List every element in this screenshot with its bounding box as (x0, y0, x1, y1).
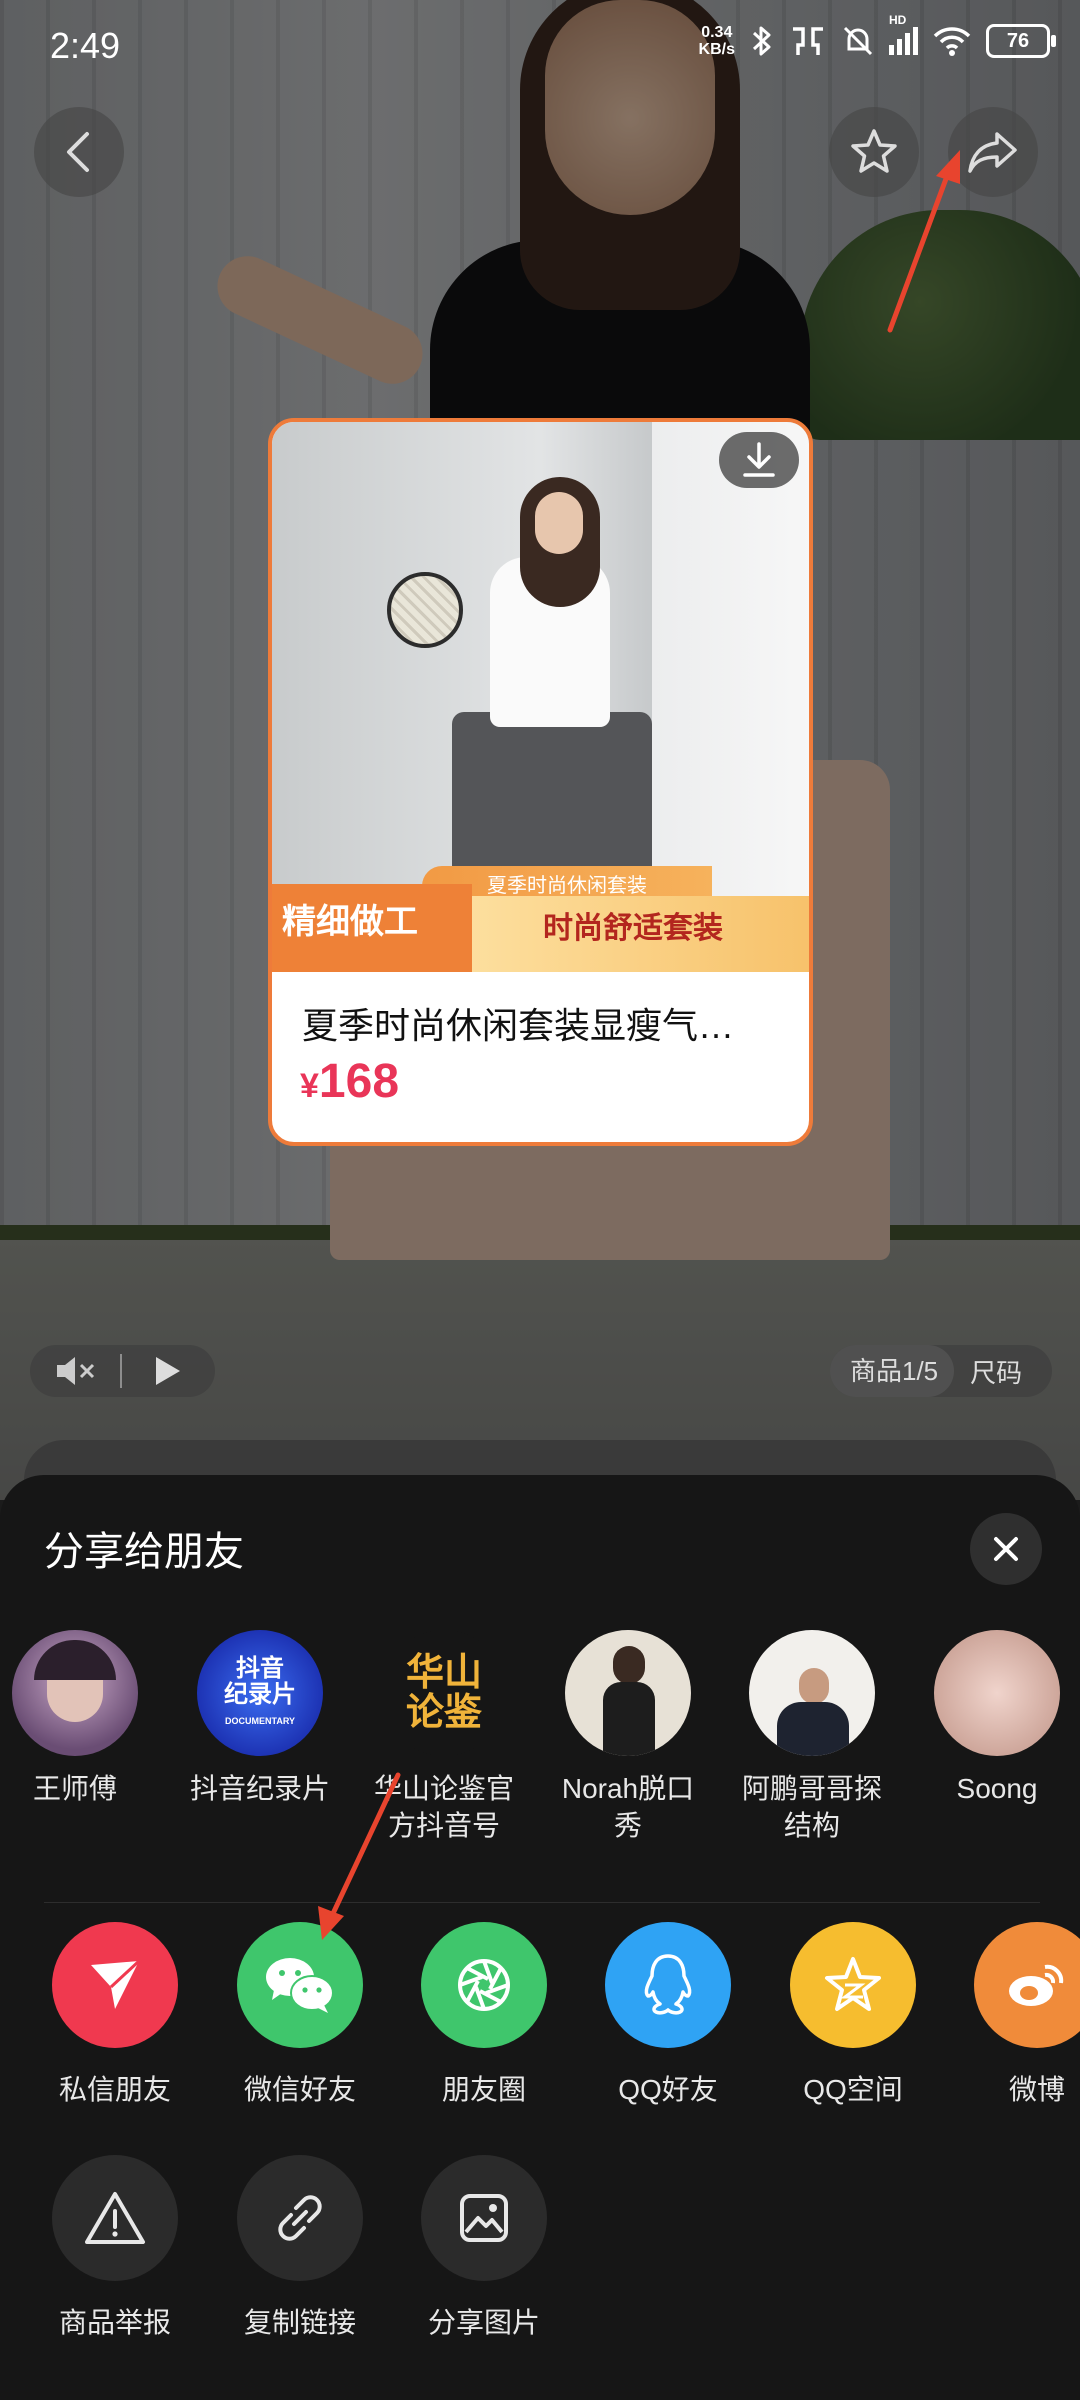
clock: 2:49 (50, 25, 121, 66)
star-icon (851, 129, 897, 173)
share-moments[interactable]: 朋友圈 (399, 1922, 569, 2108)
handbag (387, 572, 463, 648)
share-button[interactable] (948, 107, 1038, 197)
link-icon (278, 2195, 322, 2241)
avatar (12, 1630, 138, 1756)
tool-icon (52, 2155, 178, 2281)
friend-item[interactable]: 华山 论鉴 华山论鉴官方抖音号 (359, 1630, 529, 1844)
share-private-message[interactable]: 私信朋友 (30, 1922, 200, 2108)
wifi-icon (933, 27, 971, 56)
share-weibo[interactable]: 微博 (952, 1922, 1080, 2108)
speaker-muted-icon (57, 1357, 95, 1385)
app-icon (790, 1922, 916, 2048)
share-image[interactable]: 分享图片 (399, 2155, 569, 2341)
product-pager[interactable]: 商品1/5 尺码 (830, 1345, 1052, 1397)
size-button[interactable]: 尺码 (954, 1353, 1022, 1390)
favorite-button[interactable] (829, 107, 919, 197)
sheet-title: 分享给朋友 (44, 1530, 244, 1574)
share-wechat-friend[interactable]: 微信好友 (215, 1922, 385, 2108)
app-icon (52, 1922, 178, 2048)
earbuds-icon (793, 27, 823, 55)
product-price: ¥168 (300, 1055, 400, 1108)
download-icon (743, 442, 775, 477)
app-icon (974, 1922, 1080, 2048)
divider (44, 1902, 1040, 1903)
app-icon (237, 1922, 363, 2048)
screen: 2:49 0.34 KB/s HD 76 夏季时尚休闲套装 时尚舒适套装 精细做… (0, 0, 1080, 2400)
status-bar: 2:49 0.34 KB/s HD 76 (0, 0, 1080, 100)
friend-item[interactable]: Soong (912, 1630, 1080, 1807)
signal-icon: HD (889, 13, 918, 55)
bluetooth-icon (752, 26, 771, 56)
status-icons: 0.34 KB/s HD 76 (698, 13, 1056, 58)
share-arrow-icon (968, 132, 1017, 173)
avatar (749, 1630, 875, 1756)
qzone-star-icon (825, 1957, 881, 2011)
product-index[interactable]: 商品1/5 (830, 1345, 955, 1397)
app-icon (605, 1922, 731, 2048)
tool-icon (421, 2155, 547, 2281)
image-icon (460, 2194, 508, 2242)
battery-indicator: 76 (986, 24, 1056, 58)
friend-item[interactable]: 王师傅 (0, 1630, 160, 1807)
avatar (934, 1630, 1060, 1756)
network-speed: 0.34 KB/s (698, 24, 735, 58)
share-qzone[interactable]: QQ空间 (768, 1922, 938, 2108)
weibo-icon (1009, 1964, 1064, 2006)
mute-button[interactable] (30, 1345, 120, 1397)
avatar (565, 1630, 691, 1756)
tool-icon (237, 2155, 363, 2281)
app-icon (421, 1922, 547, 2048)
download-button[interactable] (719, 432, 799, 488)
qq-penguin-icon (644, 1954, 692, 2015)
friend-item[interactable]: 抖音 纪录片 DOCUMENTARY 抖音纪录片 (175, 1630, 345, 1807)
share-qq-friend[interactable]: QQ好友 (583, 1922, 753, 2108)
chevron-left-icon (67, 132, 89, 172)
product-title: 夏季时尚休闲套装显瘦气… (302, 1005, 735, 1046)
friend-item[interactable]: Norah脱口秀 (543, 1630, 713, 1844)
play-button[interactable] (122, 1345, 212, 1397)
promo-banner: 夏季时尚休闲套装 时尚舒适套装 精细做工 (272, 866, 809, 972)
play-icon (156, 1357, 180, 1385)
avatar: 华山 论鉴 (381, 1630, 507, 1756)
close-icon (994, 1537, 1018, 1561)
warning-icon (85, 2192, 145, 2244)
report-product[interactable]: 商品举报 (30, 2155, 200, 2341)
close-button[interactable] (970, 1513, 1042, 1585)
paper-plane-icon (91, 1959, 141, 2009)
video-controls (30, 1345, 215, 1397)
moments-shutter-icon (458, 1959, 510, 2011)
product-card[interactable]: 夏季时尚休闲套装 时尚舒适套装 精细做工 夏季时尚休闲套装显瘦气… ¥168 (268, 418, 813, 1146)
back-button[interactable] (34, 107, 124, 197)
copy-link[interactable]: 复制链接 (215, 2155, 385, 2341)
mute-notifications-icon (843, 26, 873, 56)
avatar: 抖音 纪录片 DOCUMENTARY (197, 1630, 323, 1756)
share-sheet: 分享给朋友 王师傅 抖音 纪录片 DOCUMENTARY 抖音纪录片 华山 论鉴… (0, 1475, 1080, 2400)
wechat-icon (266, 1958, 334, 2013)
friend-item[interactable]: 阿鹏哥哥探结构 (727, 1630, 897, 1844)
